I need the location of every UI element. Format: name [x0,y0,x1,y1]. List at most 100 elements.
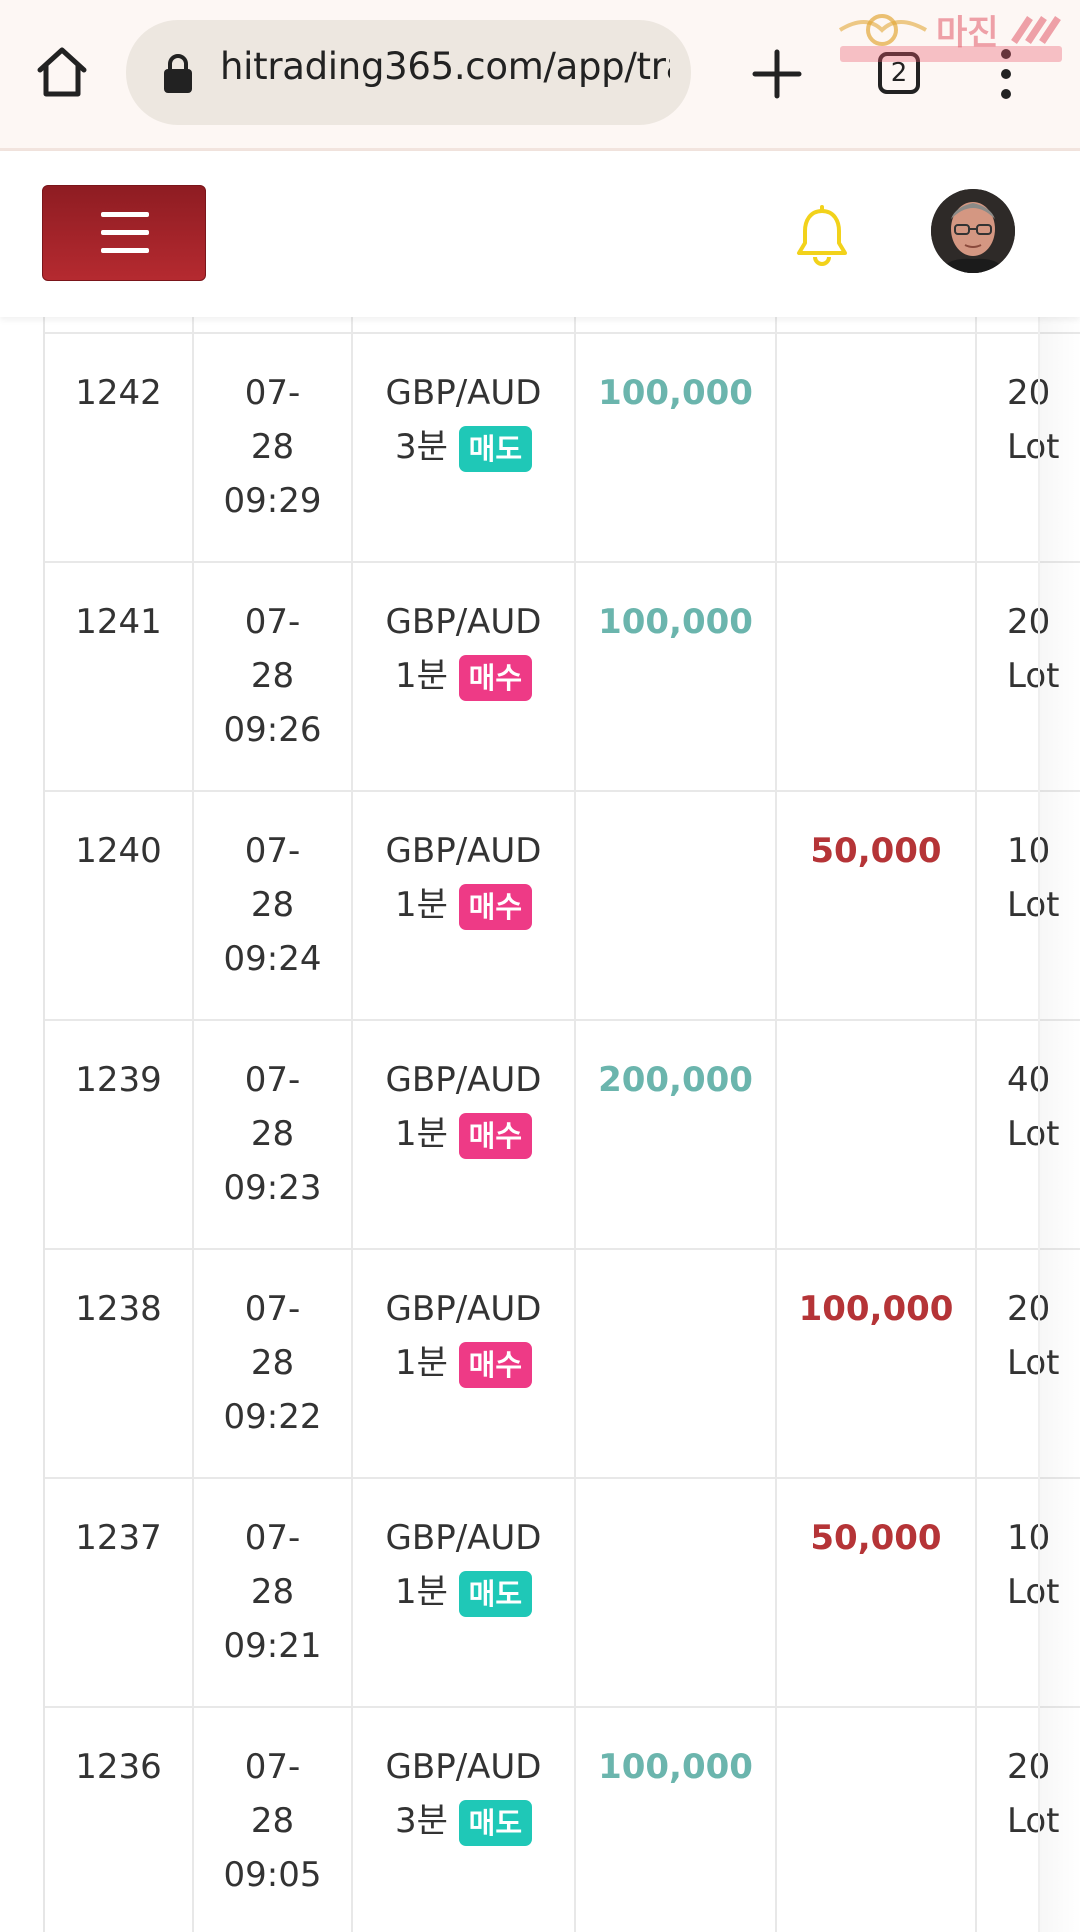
trade-date-cell: 07- 28 09:26 [194,563,353,790]
table-row[interactable]: 1240 07- 28 09:24 GBP/AUD 1분 매수 50,000 1… [45,792,1080,1021]
trade-history-table[interactable]: 1242 07- 28 09:29 GBP/AUD 3분 매도 100,000 … [45,317,1080,1932]
profit-cell [576,1479,777,1706]
table-header-strip [45,317,1080,334]
trade-date-day: 28 [250,885,295,925]
trade-id-cell: 1242 [45,334,194,561]
symbol-pair: GBP/AUD [385,1060,542,1100]
trade-date-day: 28 [250,1343,295,1383]
table-row[interactable]: 1242 07- 28 09:29 GBP/AUD 3분 매도 100,000 … [45,334,1080,563]
profit-cell [576,792,777,1019]
loss-amount: 50,000 [810,831,942,871]
symbol-pair: GBP/AUD [385,1747,542,1787]
page-gutter [0,317,45,1932]
url-text: hitrading365.com/app/trac [220,45,670,88]
trade-date-month: 07- [244,1289,301,1329]
loss-cell: 50,000 [777,1479,977,1706]
profit-amount: 100,000 [598,1747,753,1787]
side-badge: 매수 [458,1112,533,1159]
table-header-cell [777,317,977,332]
trade-id-cell: 1237 [45,1479,194,1706]
symbol-pair: GBP/AUD [385,1518,542,1558]
trade-time: 09:29 [223,481,322,521]
user-avatar[interactable] [931,189,1015,273]
profit-cell [576,1250,777,1477]
symbol-cell: GBP/AUD 1분 매수 [353,1021,576,1248]
trade-time: 09:22 [223,1397,322,1437]
symbol-pair: GBP/AUD [385,373,542,413]
table-row[interactable]: 1239 07- 28 09:23 GBP/AUD 1분 매수 200,000 … [45,1021,1080,1250]
loss-amount: 100,000 [798,1289,954,1329]
watermark-logo: 마진 [838,13,1062,62]
menu-line-icon [101,248,149,253]
trade-date-cell: 07- 28 09:21 [194,1479,353,1706]
side-badge: 매도 [458,425,533,472]
trade-id: 1240 [75,831,162,871]
table-header-cell [45,317,194,332]
profit-amount: 200,000 [598,1060,753,1100]
trade-id: 1237 [75,1518,162,1558]
profit-cell: 100,000 [576,563,777,790]
trade-date-cell: 07- 28 09:05 [194,1708,353,1932]
table-row[interactable]: 1238 07- 28 09:22 GBP/AUD 1분 매수 100,000 … [45,1250,1080,1479]
trade-date-month: 07- [244,831,301,871]
loss-cell [777,1708,977,1932]
side-badge: 매수 [458,1341,533,1388]
menu-line-icon [101,230,149,235]
horizontal-scroll-edge [1038,317,1080,1932]
trade-id-cell: 1236 [45,1708,194,1932]
address-bar[interactable]: hitrading365.com/app/trac [126,20,691,125]
trade-period: 1분 [394,656,448,696]
table-header-cell [194,317,353,332]
trade-date-cell: 07- 28 09:23 [194,1021,353,1248]
side-badge: 매수 [458,883,533,930]
table-row[interactable]: 1236 07- 28 09:05 GBP/AUD 3분 매도 100,000 … [45,1708,1080,1932]
symbol-pair: GBP/AUD [385,831,542,871]
lock-icon [164,54,192,93]
side-badge: 매도 [458,1570,533,1617]
side-badge: 매도 [458,1799,533,1846]
trade-period: 1분 [394,1343,448,1383]
trade-id-cell: 1240 [45,792,194,1019]
avatar-image [931,189,1015,273]
trade-period: 1분 [394,1114,448,1154]
trade-time: 09:24 [223,939,322,979]
new-tab-icon[interactable] [749,46,805,102]
notification-bell-icon[interactable] [793,205,851,267]
trade-date-cell: 07- 28 09:22 [194,1250,353,1477]
table-header-cell [353,317,576,332]
loss-cell: 50,000 [777,792,977,1019]
trade-date-month: 07- [244,1060,301,1100]
trade-date-month: 07- [244,1747,301,1787]
symbol-cell: GBP/AUD 1분 매수 [353,792,576,1019]
trade-id: 1236 [75,1747,162,1787]
trade-id: 1239 [75,1060,162,1100]
trade-id-cell: 1238 [45,1250,194,1477]
trade-period: 1분 [394,885,448,925]
trade-time: 09:26 [223,710,322,750]
trade-date-month: 07- [244,1518,301,1558]
trade-date-day: 28 [250,656,295,696]
home-icon[interactable] [34,44,90,100]
trade-id: 1238 [75,1289,162,1329]
loss-cell [777,334,977,561]
trade-date-month: 07- [244,602,301,642]
trade-date-day: 28 [250,1801,295,1841]
trade-id: 1242 [75,373,162,413]
trade-id: 1241 [75,602,162,642]
hamburger-menu-button[interactable] [42,185,206,281]
table-header-cell [576,317,777,332]
trade-date-month: 07- [244,373,301,413]
profit-cell: 100,000 [576,1708,777,1932]
symbol-cell: GBP/AUD 3분 매도 [353,334,576,561]
trade-time: 09:05 [223,1855,322,1895]
trade-period: 3분 [394,427,448,467]
trade-id-cell: 1241 [45,563,194,790]
table-row[interactable]: 1237 07- 28 09:21 GBP/AUD 1분 매도 50,000 1… [45,1479,1080,1708]
trade-date-cell: 07- 28 09:29 [194,334,353,561]
loss-cell: 100,000 [777,1250,977,1477]
table-row[interactable]: 1241 07- 28 09:26 GBP/AUD 1분 매수 100,000 … [45,563,1080,792]
loss-amount: 50,000 [810,1518,942,1558]
symbol-cell: GBP/AUD 3분 매도 [353,1708,576,1932]
menu-line-icon [101,212,149,217]
loss-cell [777,1021,977,1248]
